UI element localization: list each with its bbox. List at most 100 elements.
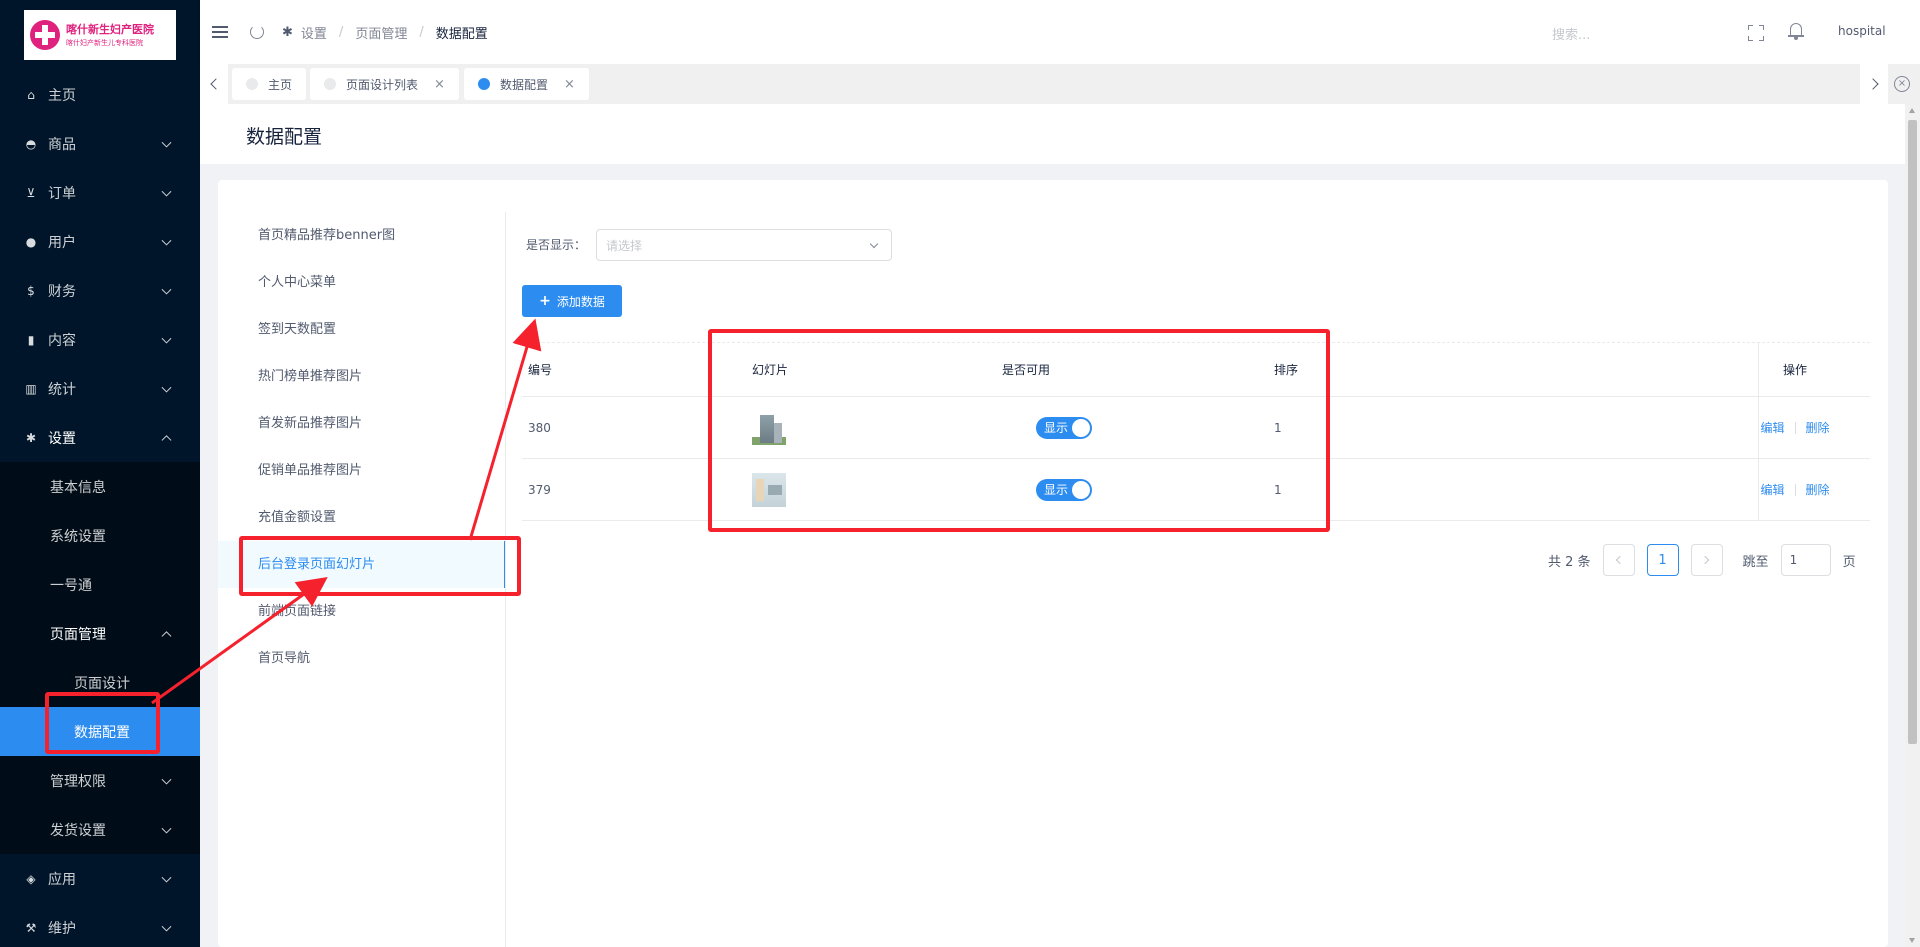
chevron-down-icon [161, 333, 172, 344]
chevron-up-icon [161, 434, 172, 445]
logo-area: 喀什新生妇产医院 喀什妇产新生儿专科医院 [0, 0, 200, 70]
sidebar-item-statistics[interactable]: ▥ 统计 [0, 364, 200, 413]
page-number-button[interactable]: 1 [1646, 544, 1679, 576]
sidebar-item-apps[interactable]: ◈ 应用 [0, 854, 200, 903]
row-id: 380 [528, 420, 551, 435]
config-category-item[interactable]: 促销单品推荐图片 [218, 447, 506, 494]
delete-link[interactable]: 删除 [1806, 481, 1830, 498]
chevron-right-icon [1866, 78, 1879, 90]
sidebar-item-admin-permissions[interactable]: 管理权限 [0, 756, 200, 805]
chevron-down-icon [161, 284, 172, 295]
sidebar-item-label: 用户 [48, 234, 76, 251]
chevron-right-icon [1700, 555, 1710, 565]
column-header-actions: 操作 [1782, 363, 1807, 377]
config-category-item[interactable]: 热门榜单推荐图片 [218, 353, 506, 400]
tabs-scroll-left-button[interactable] [200, 64, 228, 104]
refresh-icon[interactable] [250, 25, 264, 39]
sidebar-item-orders[interactable]: ⊻ 订单 [0, 168, 200, 217]
edit-link[interactable]: 编辑 [1760, 481, 1784, 498]
tab-status-dot [246, 78, 258, 90]
breadcrumb: ✱ 设置 / 页面管理 / 数据配置 [282, 23, 488, 42]
user-menu[interactable]: hospital [1838, 24, 1886, 38]
config-category-item[interactable]: 签到天数配置 [218, 306, 506, 353]
sidebar-item-label: 维护 [48, 920, 76, 937]
plus-icon: + [539, 293, 551, 309]
breadcrumb-item[interactable]: 设置 [301, 23, 327, 42]
config-category-list: 首页精品推荐benner图 个人中心菜单 签到天数配置 热门榜单推荐图片 首发新… [218, 212, 506, 682]
select-placeholder: 请选择 [606, 238, 643, 253]
chevron-down-icon [161, 774, 172, 785]
header-search-input[interactable]: 搜索... [1552, 24, 1590, 43]
chevron-down-icon [161, 823, 172, 834]
chevron-down-icon [869, 239, 879, 249]
config-category-item[interactable]: 首发新品推荐图片 [218, 400, 506, 447]
jump-page-input[interactable]: 1 [1780, 544, 1831, 576]
chevron-left-icon [209, 78, 222, 90]
sidebar-item-label: 主页 [48, 87, 76, 104]
breadcrumb-item[interactable]: 页面管理 [355, 23, 407, 42]
sidebar-item-label: 系统设置 [50, 528, 106, 545]
prev-page-button[interactable] [1602, 544, 1635, 576]
page-title: 数据配置 [246, 126, 323, 148]
sidebar-item-settings[interactable]: ✱ 设置 [0, 413, 200, 462]
annotation-highlight-box [45, 692, 160, 754]
delete-link[interactable]: 删除 [1806, 419, 1830, 436]
config-category-item[interactable]: 充值金额设置 [218, 494, 506, 541]
bell-icon[interactable] [1788, 22, 1804, 40]
top-header: ✱ 设置 / 页面管理 / 数据配置 搜索... hospital [200, 0, 1920, 64]
sidebar-item-yihaotong[interactable]: 一号通 [0, 560, 200, 609]
bar-chart-icon: ▥ [25, 381, 37, 396]
hospital-logo[interactable]: 喀什新生妇产医院 喀什妇产新生儿专科医院 [24, 10, 176, 60]
logo-name: 喀什新生妇产医院 [66, 22, 154, 36]
add-data-button[interactable]: + 添加数据 [522, 285, 622, 317]
sidebar-item-finance[interactable]: $ 财务 [0, 266, 200, 315]
edit-link[interactable]: 编辑 [1760, 419, 1784, 436]
tab-page-design-list[interactable]: 页面设计列表 × [310, 68, 459, 100]
page-header: 数据配置 [200, 104, 1905, 164]
sidebar-item-maintenance[interactable]: ⚒ 维护 [0, 903, 200, 947]
breadcrumb-current: 数据配置 [435, 26, 488, 42]
tabs-scroll-right-button[interactable] [1860, 64, 1888, 104]
fullscreen-icon[interactable] [1748, 25, 1764, 41]
sidebar-item-users[interactable]: ● 用户 [0, 217, 200, 266]
config-category-item[interactable]: 首页精品推荐benner图 [218, 212, 506, 259]
close-icon[interactable]: × [434, 77, 445, 92]
tab-label: 主页 [268, 77, 293, 92]
sidebar-item-basic-info[interactable]: 基本信息 [0, 462, 200, 511]
tab-status-dot [324, 78, 336, 90]
sidebar-item-label: 内容 [48, 332, 76, 349]
sidebar-item-shipping-settings[interactable]: 发货设置 [0, 805, 200, 854]
sidebar-item-system-settings[interactable]: 系统设置 [0, 511, 200, 560]
display-filter-select[interactable]: 请选择 [596, 229, 892, 261]
config-category-item[interactable]: 首页导航 [218, 635, 506, 682]
scrollbar-thumb[interactable] [1908, 120, 1917, 744]
close-all-tabs-icon[interactable]: × [1894, 76, 1910, 92]
config-category-item[interactable]: 个人中心菜单 [218, 259, 506, 306]
page-scrollbar[interactable] [1905, 104, 1920, 947]
tab-data-config[interactable]: 数据配置 × [464, 68, 589, 100]
action-separator [1794, 483, 1796, 496]
sidebar-item-content[interactable]: ▮ 内容 [0, 315, 200, 364]
breadcrumb-separator: / [419, 24, 424, 40]
sidebar-item-page-management[interactable]: 页面管理 [0, 609, 200, 658]
page-suffix: 页 [1842, 554, 1856, 570]
chevron-down-icon [161, 137, 172, 148]
basket-icon: ◓ [25, 136, 37, 151]
close-icon[interactable]: × [564, 77, 575, 92]
menu-toggle-icon[interactable] [212, 26, 228, 38]
next-page-button[interactable] [1690, 544, 1723, 576]
sidebar-item-home[interactable]: ⌂ 主页 [0, 70, 200, 119]
row-actions: 编辑 删除 [1720, 481, 1870, 498]
chevron-down-icon [161, 186, 172, 197]
home-icon: ⌂ [27, 87, 35, 102]
add-data-label: 添加数据 [556, 294, 605, 309]
column-header-id: 编号 [528, 363, 553, 377]
sidebar-item-products[interactable]: ◓ 商品 [0, 119, 200, 168]
scroll-down-arrow-icon[interactable] [1909, 938, 1915, 943]
tab-home[interactable]: 主页 [232, 68, 307, 100]
sidebar-item-label: 一号通 [50, 577, 92, 594]
chevron-down-icon [161, 921, 172, 932]
scroll-up-arrow-icon[interactable] [1909, 108, 1915, 113]
annotation-highlight-box [239, 536, 521, 596]
sidebar-item-label: 设置 [48, 430, 76, 447]
